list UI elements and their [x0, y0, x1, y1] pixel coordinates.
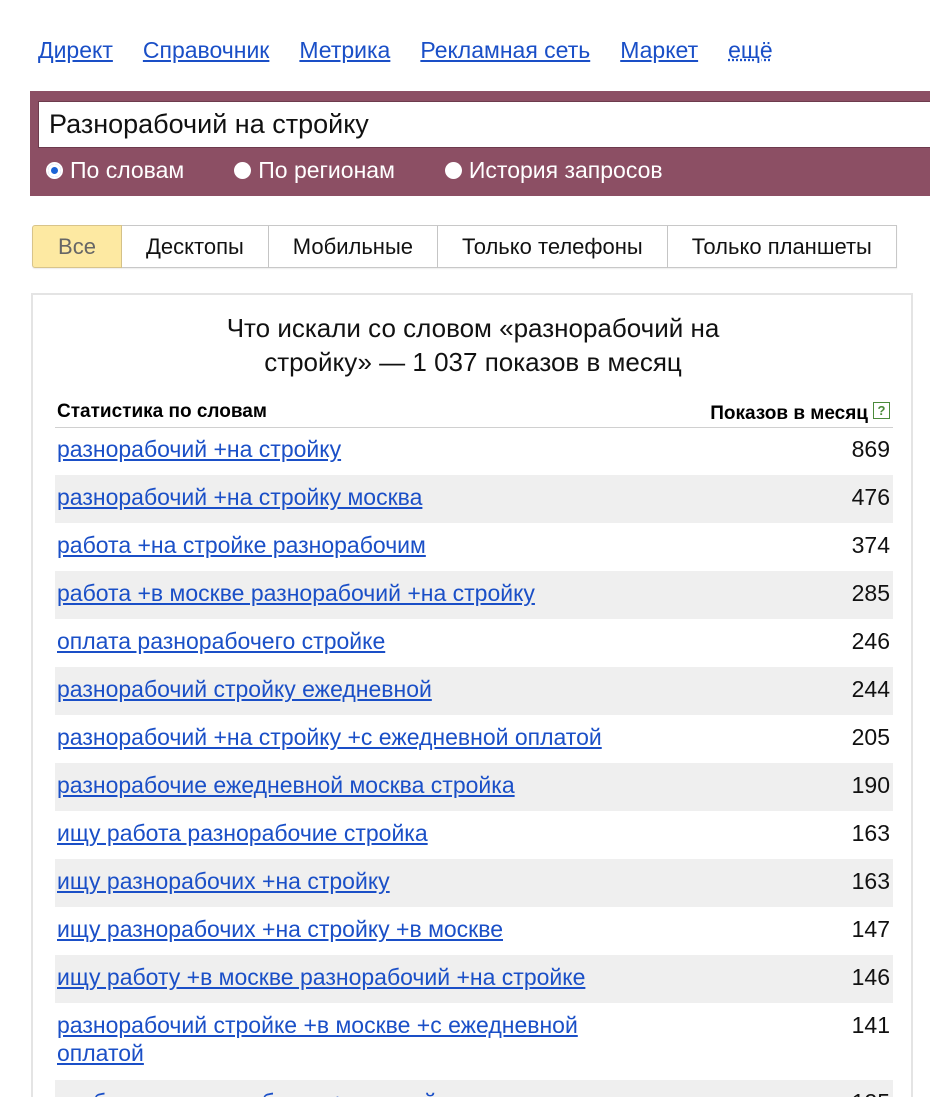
- impressions-count: 146: [851, 964, 890, 990]
- mode-label: По регионам: [258, 156, 395, 183]
- results-title-line: стройку» — 1 037 показов в месяц: [264, 347, 682, 377]
- tab-all[interactable]: Все: [32, 225, 122, 268]
- table-row: разнорабочий стройку ежедневной 244: [55, 667, 893, 715]
- tab-phones-only[interactable]: Только телефоны: [438, 225, 668, 268]
- table-row: ищу работа разнорабочие стройка 163: [55, 811, 893, 859]
- results-header: Статистика по словам Показов в месяц ?: [55, 397, 893, 428]
- results-title: Что искали со словом «разнорабочий на ст…: [33, 311, 913, 379]
- impressions-count: 285: [851, 580, 890, 606]
- table-row: ищу разнорабочих +на стройку +в москве 1…: [55, 907, 893, 955]
- keyword-link[interactable]: ищу работу +в москве разнорабочий +на ст…: [57, 963, 657, 991]
- search-band: Разнорабочий на стройку По словам По рег…: [30, 91, 930, 196]
- impressions-count: 244: [851, 676, 890, 702]
- table-row: работа +в москве разнорабочий +на стройк…: [55, 571, 893, 619]
- keyword-link[interactable]: разнорабочий стройке +в москве +с ежедне…: [57, 1011, 657, 1067]
- keyword-link[interactable]: разнорабочий +на стройку: [57, 435, 657, 463]
- results-table: разнорабочий +на стройку 869 разнорабочи…: [55, 427, 893, 1097]
- service-link-more[interactable]: ещё: [728, 37, 773, 64]
- impressions-count: 125: [852, 1088, 890, 1097]
- service-link-metrika[interactable]: Метрика: [299, 37, 390, 64]
- table-row: разнорабочие ежедневной москва стройка 1…: [55, 763, 893, 811]
- table-row: требуются разнорабочие +на стройку 125: [55, 1080, 893, 1097]
- mode-radio-regions[interactable]: По регионам: [234, 157, 395, 184]
- table-row: оплата разнорабочего стройке 246: [55, 619, 893, 667]
- table-row: разнорабочий +на стройку +с ежедневной о…: [55, 715, 893, 763]
- keyword-link[interactable]: работа +в москве разнорабочий +на стройк…: [57, 579, 657, 607]
- service-link-market[interactable]: Маркет: [620, 37, 698, 64]
- help-icon[interactable]: ?: [873, 402, 890, 419]
- keyword-link[interactable]: ищу работа разнорабочие стройка: [57, 819, 657, 847]
- table-row: разнорабочий +на стройку москва 476: [55, 475, 893, 523]
- table-row: работа +на стройке разнорабочим 374: [55, 523, 893, 571]
- radio-unchecked-icon: [234, 161, 252, 179]
- keyword-link[interactable]: ищу разнорабочих +на стройку +в москве: [57, 915, 657, 943]
- keyword-link[interactable]: разнорабочий +на стройку москва: [57, 483, 657, 511]
- service-link-spravochnik[interactable]: Справочник: [143, 37, 270, 64]
- mode-radio-history[interactable]: История запросов: [444, 156, 663, 184]
- tab-mobile[interactable]: Мобильные: [268, 225, 438, 268]
- impressions-count: 163: [851, 820, 890, 846]
- keyword-link[interactable]: оплата разнорабочего стройке: [57, 627, 657, 655]
- radio-unchecked-icon: [444, 161, 462, 179]
- results-title-line: Что искали со словом «разнорабочий на: [226, 313, 720, 343]
- keyword-link[interactable]: работа +на стройке разнорабочим: [57, 531, 657, 559]
- keyword-link[interactable]: ищу разнорабочих +на стройку: [57, 867, 657, 895]
- impressions-count: 374: [851, 532, 890, 558]
- search-mode-group: По словам По регионам История запросов: [46, 153, 713, 187]
- wordstat-page: Директ Справочник Метрика Рекламная сеть…: [0, 0, 930, 1097]
- table-row: разнорабочий стройке +в москве +с ежедне…: [55, 1003, 893, 1080]
- search-input[interactable]: Разнорабочий на стройку: [38, 101, 930, 148]
- impressions-count: 147: [851, 916, 890, 942]
- impressions-count: 190: [851, 772, 890, 798]
- keyword-link[interactable]: разнорабочий стройку ежедневной: [57, 675, 657, 703]
- mode-label: История запросов: [468, 156, 663, 183]
- mode-radio-words[interactable]: По словам: [46, 157, 184, 184]
- column-header-keywords: Статистика по словам: [57, 401, 267, 422]
- impressions-count: 163: [851, 868, 890, 894]
- radio-checked-icon: [46, 161, 63, 179]
- impressions-count: 476: [851, 484, 890, 510]
- keyword-link[interactable]: разнорабочий +на стройку +с ежедневной о…: [57, 723, 657, 751]
- impressions-count: 869: [851, 436, 890, 462]
- service-link-direct[interactable]: Директ: [38, 37, 113, 64]
- tab-tablets-only[interactable]: Только планшеты: [667, 225, 897, 268]
- column-header-impressions: Показов в месяц: [710, 403, 868, 424]
- impressions-count: 246: [851, 628, 890, 654]
- table-row: ищу разнорабочих +на стройку 163: [55, 859, 893, 907]
- results-panel: Что искали со словом «разнорабочий на ст…: [31, 293, 913, 1097]
- impressions-count: 141: [851, 1012, 890, 1038]
- impressions-count: 205: [851, 724, 890, 750]
- keyword-link[interactable]: требуются разнорабочие +на стройку: [57, 1088, 657, 1097]
- service-link-ad-network[interactable]: Рекламная сеть: [420, 37, 590, 64]
- keyword-link[interactable]: разнорабочие ежедневной москва стройка: [57, 771, 657, 799]
- table-row: разнорабочий +на стройку 869: [55, 427, 893, 475]
- table-row: ищу работу +в москве разнорабочий +на ст…: [55, 955, 893, 1003]
- services-nav: Директ Справочник Метрика Рекламная сеть…: [38, 33, 773, 67]
- device-tabs: Все Десктопы Мобильные Только телефоны Т…: [32, 225, 897, 268]
- mode-label: По словам: [70, 156, 185, 183]
- tab-desktops[interactable]: Десктопы: [122, 225, 269, 268]
